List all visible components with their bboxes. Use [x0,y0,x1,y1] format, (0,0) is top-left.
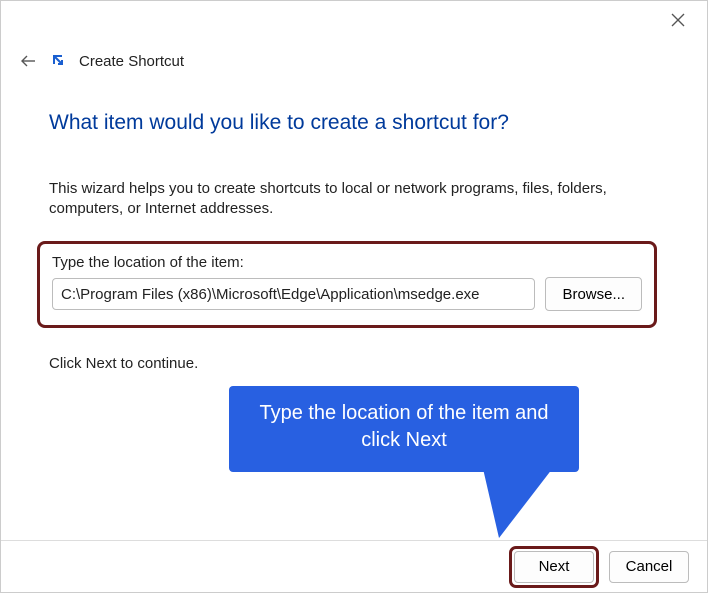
annotation-callout-tail [481,460,559,538]
window-title: Create Shortcut [79,53,184,70]
location-input[interactable] [52,278,535,310]
shortcut-icon [51,53,67,69]
next-button[interactable]: Next [514,551,594,583]
next-highlight-box: Next [509,546,599,588]
location-label: Type the location of the item: [52,254,642,271]
page-heading: What item would you like to create a sho… [49,111,509,135]
back-arrow-icon[interactable] [19,51,39,71]
header: Create Shortcut [19,51,184,71]
location-row: Browse... [52,277,642,311]
close-icon[interactable] [671,13,689,31]
browse-button[interactable]: Browse... [545,277,642,311]
cancel-button[interactable]: Cancel [609,551,689,583]
footer: Next Cancel [1,540,707,592]
continue-text: Click Next to continue. [49,355,198,372]
page-description: This wizard helps you to create shortcut… [49,179,659,220]
location-highlight-box: Type the location of the item: Browse... [37,241,657,328]
